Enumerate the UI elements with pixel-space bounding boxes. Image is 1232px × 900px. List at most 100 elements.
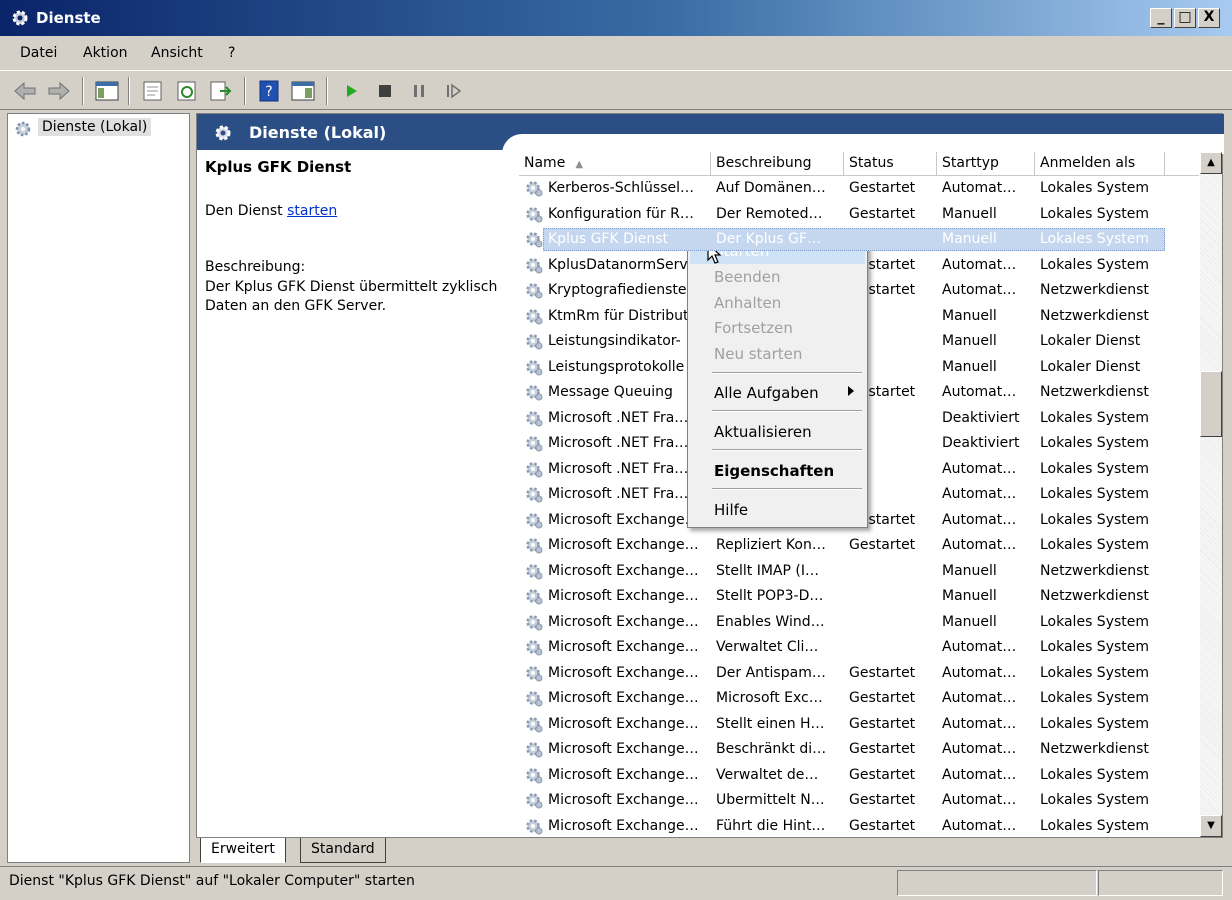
- service-gear-icon: [526, 461, 543, 477]
- column-description[interactable]: Beschreibung: [711, 152, 844, 176]
- cell-status: Gestartet: [849, 690, 916, 706]
- cell-log-on-as: Lokales System: [1040, 511, 1150, 528]
- cell-startup-type: Manuell: [942, 358, 997, 375]
- properties-icon[interactable]: [140, 79, 166, 103]
- back-arrow-icon[interactable]: [12, 79, 38, 103]
- menu-item-help[interactable]: Hilfe: [714, 501, 748, 519]
- cell-log-on-as: Lokales System: [1040, 537, 1150, 553]
- cell-startup-type: Automat…: [942, 460, 1017, 477]
- scroll-up-button[interactable]: ▲: [1200, 152, 1222, 174]
- table-row[interactable]: Kerberos-Schlüssel… Auf Domänen… Gestartet…: [519, 176, 1199, 202]
- gear-icon: [15, 121, 31, 137]
- stop-icon[interactable]: [372, 79, 398, 103]
- scroll-thumb[interactable]: [1200, 371, 1222, 437]
- minimize-button[interactable]: _: [1150, 8, 1172, 28]
- menu-ansicht[interactable]: Ansicht: [151, 45, 203, 61]
- column-log-on-as[interactable]: Anmelden als: [1035, 152, 1165, 176]
- table-row[interactable]: Microsoft Exchange… Der Antispam… Gestarte…: [519, 661, 1199, 687]
- tab-standard[interactable]: Standard: [300, 838, 386, 863]
- table-row[interactable]: Microsoft Exchange… Führt die Hint… Gestar…: [519, 814, 1199, 838]
- table-row[interactable]: Konfiguration für R… Der Remoted… Gestarte…: [519, 202, 1199, 228]
- start-service-link[interactable]: starten: [287, 203, 337, 219]
- toolbar-separator: [128, 77, 130, 105]
- cell-startup-type: Automat…: [942, 282, 1017, 298]
- description-label: Beschreibung:: [205, 259, 306, 275]
- table-row[interactable]: Microsoft Exchange… Stellt POP3-D… Manuell…: [519, 584, 1199, 610]
- tab-extended[interactable]: Erweitert: [200, 838, 286, 863]
- menu-separator: [712, 449, 862, 451]
- pause-icon[interactable]: [406, 79, 432, 103]
- column-status[interactable]: Status: [844, 152, 937, 176]
- window-title: Dienste: [36, 9, 101, 27]
- column-startup-type[interactable]: Starttyp: [937, 152, 1035, 176]
- service-gear-icon: [526, 716, 543, 732]
- cell-name: Kplus GFK Dienst: [548, 231, 669, 247]
- menu-item-all-tasks[interactable]: Alle Aufgaben: [714, 384, 819, 402]
- vertical-scrollbar[interactable]: ▲ ▼: [1200, 152, 1222, 837]
- column-name[interactable]: Name ▲: [519, 152, 711, 176]
- table-row[interactable]: Microsoft Exchange… Beschränkt di… Gestart…: [519, 737, 1199, 763]
- play-icon[interactable]: [338, 79, 364, 103]
- export-list-icon[interactable]: [208, 79, 234, 103]
- view-tabs: Erweitert Standard: [196, 838, 1223, 864]
- cell-log-on-as: Lokales System: [1040, 715, 1150, 732]
- menu-item-properties[interactable]: Eigenschaften: [714, 462, 834, 480]
- service-gear-icon: [526, 334, 543, 350]
- service-gear-icon: [526, 665, 543, 681]
- forward-arrow-icon[interactable]: [46, 79, 72, 103]
- cell-log-on-as: Lokales System: [1040, 409, 1150, 426]
- service-gear-icon: [526, 385, 543, 401]
- title-bar[interactable]: Dienste _ □ X: [0, 0, 1232, 36]
- maximize-button[interactable]: □: [1174, 8, 1196, 28]
- scroll-down-button[interactable]: ▼: [1200, 815, 1222, 837]
- table-row[interactable]: Microsoft Exchange… Übermittelt N… Gestart…: [519, 788, 1199, 814]
- cell-description: Der Kplus GF…: [716, 231, 822, 247]
- service-gear-icon: [526, 283, 543, 299]
- menu-aktion[interactable]: Aktion: [83, 45, 128, 61]
- menu-item-refresh[interactable]: Aktualisieren: [714, 423, 812, 441]
- table-row[interactable]: Microsoft Exchange… Stellt einen H… Gestar…: [519, 712, 1199, 738]
- menu-separator: [712, 372, 862, 374]
- close-button[interactable]: X: [1198, 8, 1220, 28]
- cell-log-on-as: Lokales System: [1040, 460, 1150, 477]
- table-row[interactable]: Kplus GFK Dienst Der Kplus GF… Manuell Loka…: [519, 227, 1199, 253]
- cell-startup-type: Manuell: [942, 562, 997, 579]
- cell-description: Stellt IMAP (I…: [716, 562, 819, 579]
- cell-description: Beschränkt di…: [716, 741, 827, 757]
- service-action: Den Dienst starten: [205, 203, 337, 219]
- restart-icon[interactable]: [440, 79, 466, 103]
- table-row[interactable]: Microsoft Exchange… Microsoft Exc… Gestart…: [519, 686, 1199, 712]
- menu-item-pause[interactable]: Anhalten: [714, 294, 781, 312]
- cell-description: Der Remoted…: [716, 205, 823, 222]
- cell-startup-type: Manuell: [942, 613, 997, 630]
- service-gear-icon: [526, 793, 543, 809]
- cell-startup-type: Manuell: [942, 231, 997, 247]
- cell-startup-type: Automat…: [942, 537, 1017, 553]
- menu-item-resume[interactable]: Fortsetzen: [714, 319, 793, 337]
- cell-log-on-as: Lokales System: [1040, 664, 1150, 681]
- table-row[interactable]: Microsoft Exchange… Repliziert Kon… Gestar…: [519, 533, 1199, 559]
- console-tree-icon[interactable]: [94, 79, 120, 103]
- cell-status: Gestartet: [849, 817, 916, 834]
- service-gear-icon: [526, 181, 543, 197]
- menu-datei[interactable]: Datei: [20, 45, 57, 61]
- table-row[interactable]: Microsoft Exchange… Verwaltet de… Gestarte…: [519, 763, 1199, 789]
- table-row[interactable]: Microsoft Exchange… Verwaltet Cli… Automat…: [519, 635, 1199, 661]
- cell-startup-type: Manuell: [942, 588, 997, 604]
- action-prefix: Den Dienst: [205, 203, 288, 219]
- table-row[interactable]: Microsoft Exchange… Stellt IMAP (I… Manuel…: [519, 559, 1199, 585]
- menu-help[interactable]: ?: [228, 45, 235, 61]
- cell-log-on-as: Lokales System: [1040, 435, 1150, 451]
- cell-description: Auf Domänen…: [716, 180, 826, 196]
- action-pane-icon[interactable]: [290, 79, 316, 103]
- cell-startup-type: Automat…: [942, 715, 1017, 732]
- help-icon[interactable]: ?: [256, 79, 282, 103]
- menu-item-restart[interactable]: Neu starten: [714, 345, 802, 363]
- refresh-icon[interactable]: [174, 79, 200, 103]
- cell-log-on-as: Lokales System: [1040, 486, 1150, 502]
- cell-log-on-as: Lokales System: [1040, 792, 1150, 808]
- table-row[interactable]: Microsoft Exchange… Enables Wind… Manuell L…: [519, 610, 1199, 636]
- status-panel: [897, 870, 1097, 896]
- menu-item-stop[interactable]: Beenden: [714, 268, 781, 286]
- cell-status: Gestartet: [849, 205, 916, 222]
